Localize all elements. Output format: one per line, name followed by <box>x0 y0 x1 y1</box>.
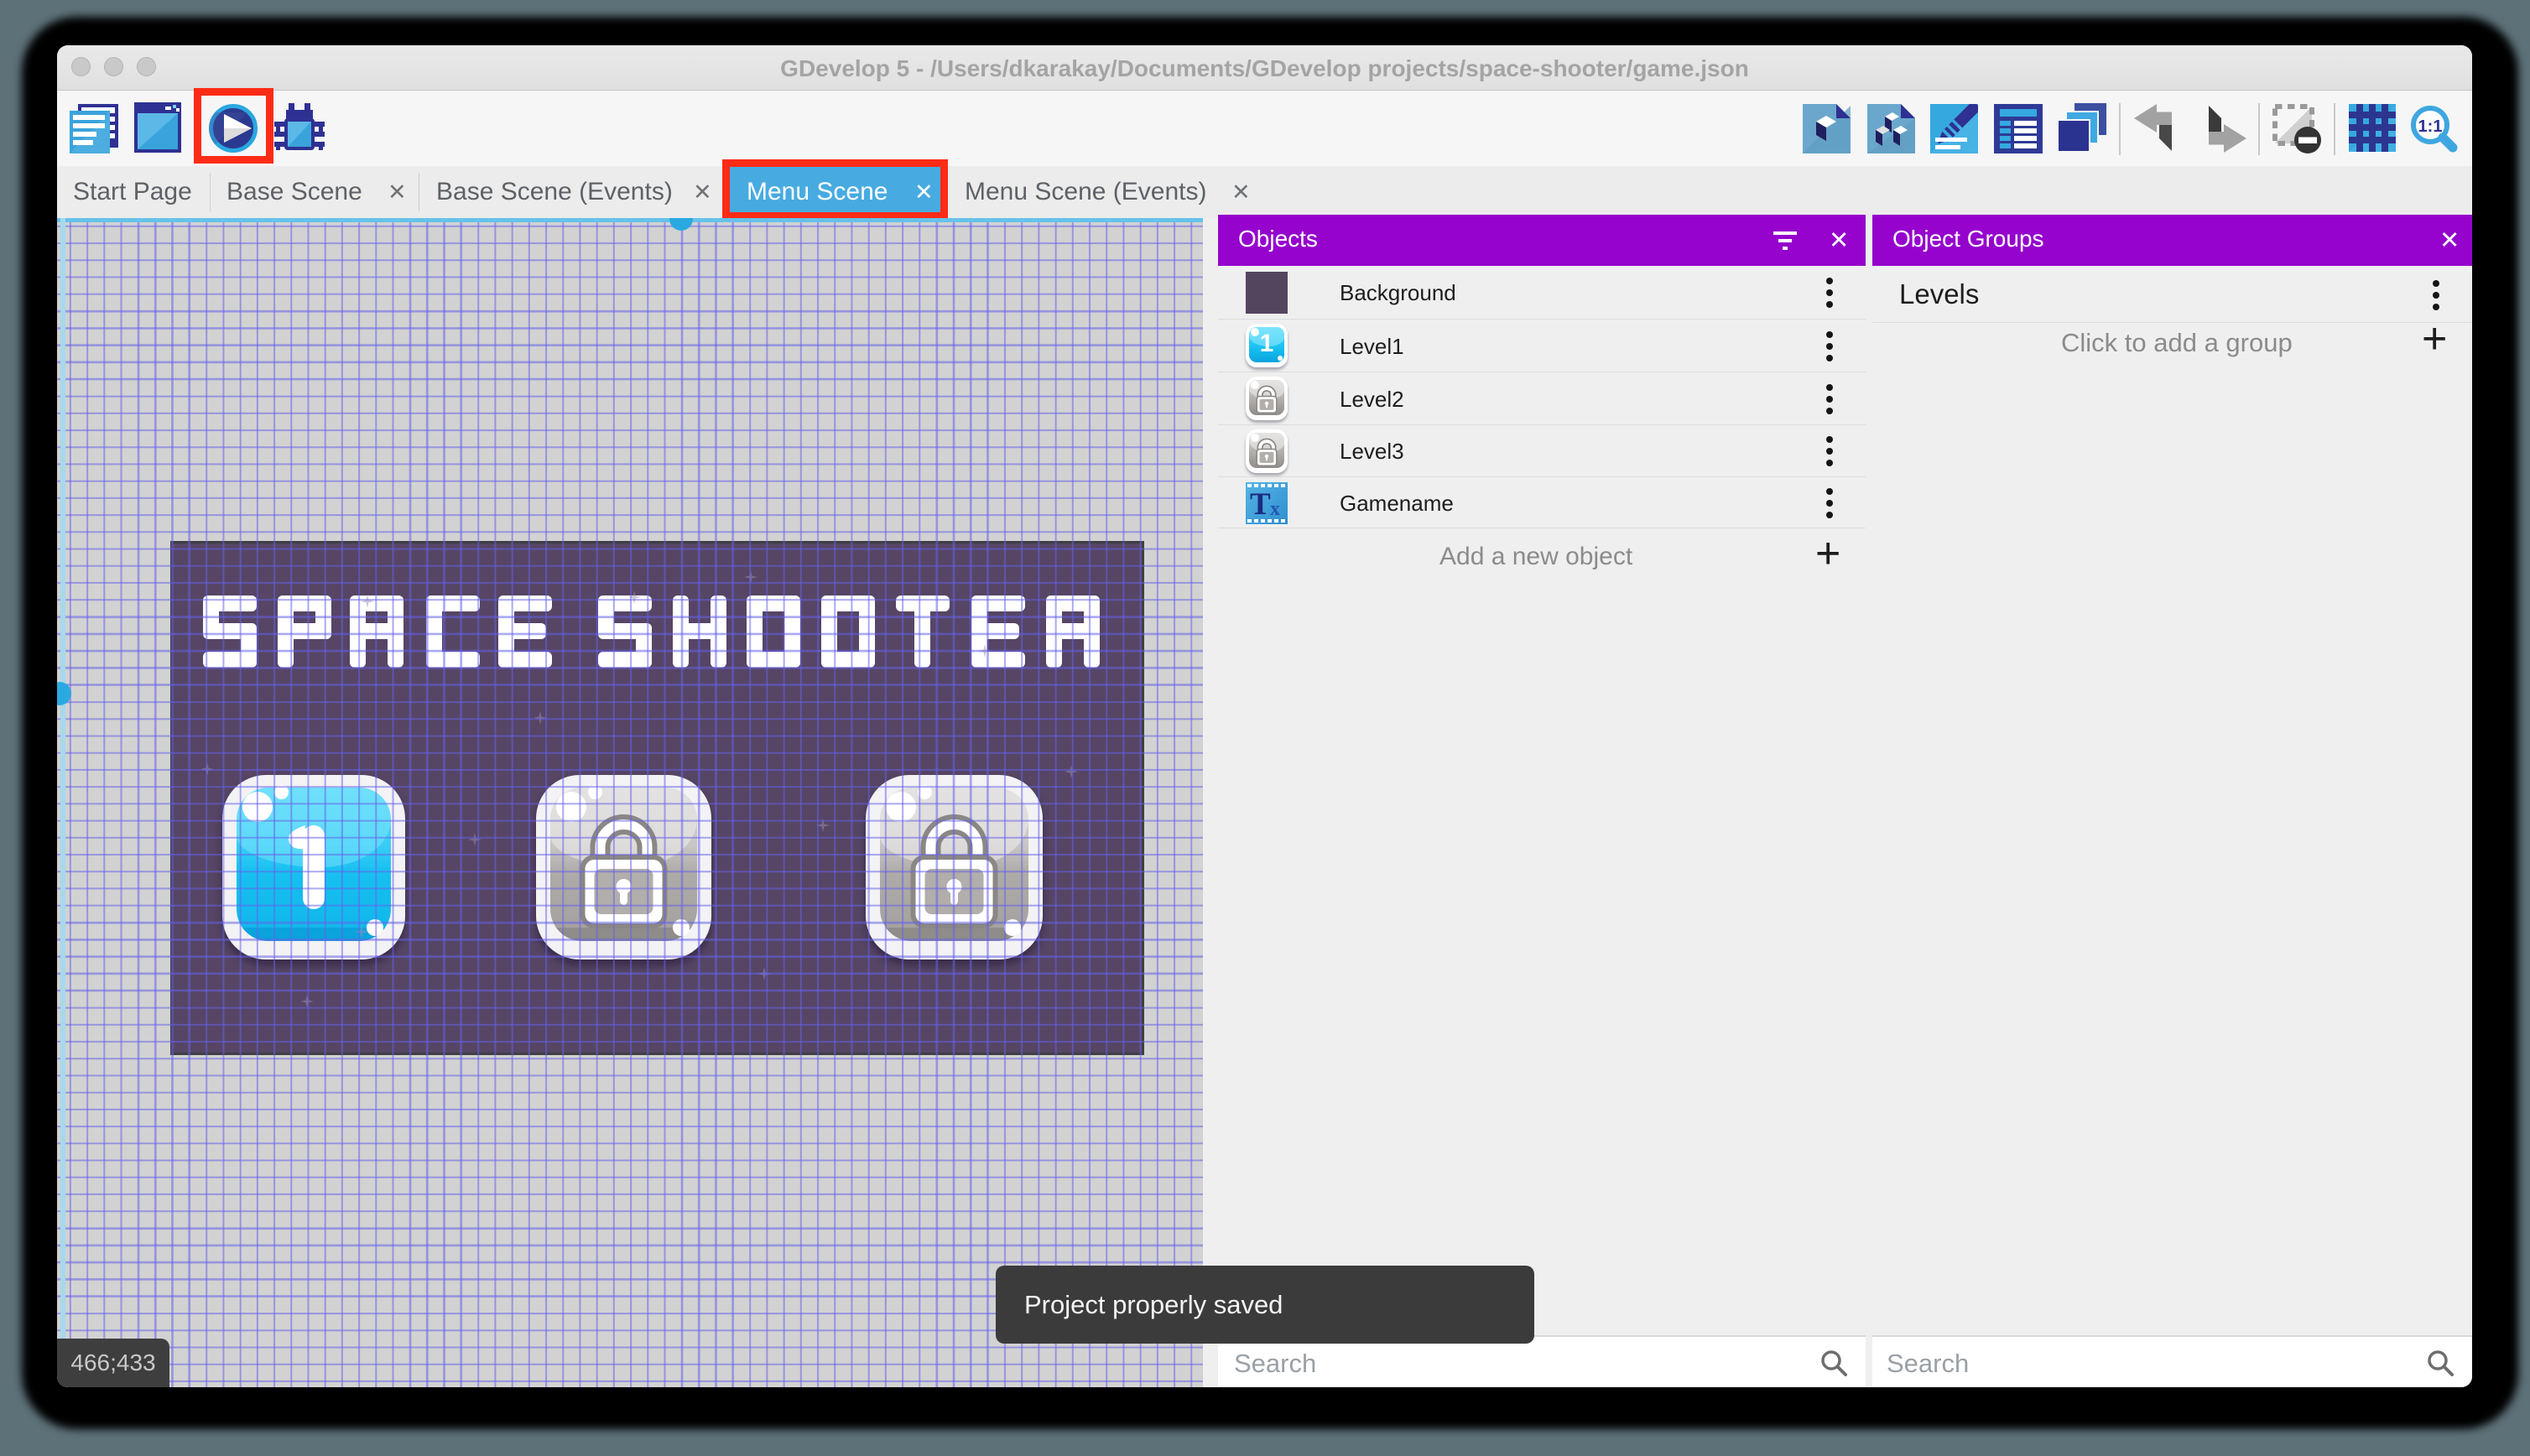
svg-text:1:1: 1:1 <box>2418 117 2443 136</box>
